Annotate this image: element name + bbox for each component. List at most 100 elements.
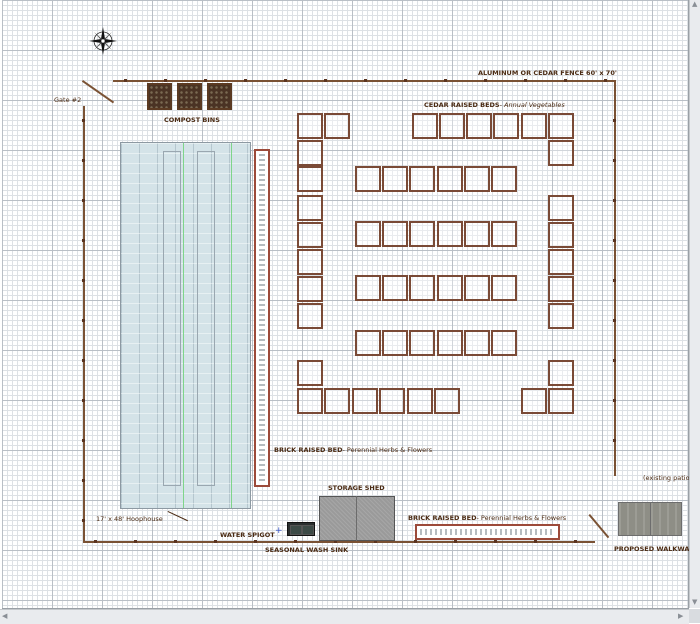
fence-post <box>82 159 85 162</box>
fence-post <box>613 359 616 362</box>
fence-post <box>244 79 247 82</box>
cedar-raised-bed <box>382 166 408 192</box>
cedar-raised-bed <box>382 275 408 301</box>
brick-raised-bed-side <box>254 149 270 487</box>
proposed-walkway-label: PROPOSED WALKWAY <box>614 545 694 553</box>
cedar-beds-label-italic: - Annual Vegetables <box>499 101 565 109</box>
cedar-raised-bed <box>409 221 435 247</box>
cedar-raised-bed <box>379 388 405 414</box>
cedar-raised-bed <box>491 330 517 356</box>
cedar-raised-bed <box>548 113 574 139</box>
fence-post <box>414 540 417 543</box>
fence-label: ALUMINUM OR CEDAR FENCE 60' x 70' <box>478 69 617 77</box>
storage-shed <box>319 496 395 541</box>
fence-post <box>613 439 616 442</box>
cedar-raised-bed <box>297 113 323 139</box>
storage-shed-label: STORAGE SHED <box>328 484 385 492</box>
cedar-raised-bed <box>548 388 574 414</box>
fence-post <box>82 519 85 522</box>
cedar-raised-bed <box>491 275 517 301</box>
horizontal-scrollbar[interactable]: ◀ ▶ <box>0 609 689 624</box>
vertical-scrollbar[interactable]: ▲ ▼ <box>689 0 700 608</box>
fence-post <box>613 279 616 282</box>
cedar-raised-bed <box>464 221 490 247</box>
compost-bin-1 <box>147 83 172 110</box>
hoophouse-green-line-1 <box>183 143 184 508</box>
fence-bottom <box>83 541 595 543</box>
cedar-beds-label-bold: CEDAR RAISED BEDS <box>424 101 500 109</box>
brick-raised-bed-bottom <box>415 524 560 540</box>
cedar-raised-bed <box>297 222 323 248</box>
cedar-raised-bed <box>409 275 435 301</box>
cedar-raised-bed <box>297 276 323 302</box>
cedar-raised-bed <box>491 166 517 192</box>
compass-rose-icon <box>89 27 117 55</box>
cedar-raised-bed <box>297 360 323 386</box>
cedar-raised-bed <box>464 275 490 301</box>
cedar-raised-bed <box>437 330 463 356</box>
cedar-raised-bed <box>382 221 408 247</box>
cedar-raised-bed <box>409 166 435 192</box>
cedar-raised-bed <box>548 222 574 248</box>
cedar-raised-bed <box>355 275 381 301</box>
cedar-raised-bed <box>548 195 574 221</box>
fence-post <box>164 79 167 82</box>
cedar-raised-bed <box>493 113 519 139</box>
patio-divider <box>650 502 651 536</box>
cedar-raised-bed <box>352 388 378 414</box>
cedar-raised-bed <box>464 166 490 192</box>
cedar-raised-bed <box>521 113 547 139</box>
cedar-raised-bed <box>464 330 490 356</box>
fence-post <box>294 540 297 543</box>
wash-sink-label: SEASONAL WASH SINK <box>265 546 349 554</box>
fence-post <box>324 79 327 82</box>
shed-roof-ridge <box>356 496 357 541</box>
fence-post <box>82 439 85 442</box>
water-spigot-label: WATER SPIGOT <box>220 531 275 539</box>
fence-post <box>454 540 457 543</box>
compost-bin-3 <box>207 83 232 110</box>
cedar-raised-bed <box>412 113 438 139</box>
gate-label: Gate #2 <box>54 96 82 104</box>
cedar-raised-bed <box>437 221 463 247</box>
fence-left <box>83 106 85 542</box>
cedar-raised-bed <box>297 195 323 221</box>
scroll-down-arrow-icon[interactable]: ▼ <box>692 599 697 606</box>
fence-post <box>534 540 537 543</box>
fence-post <box>174 540 177 543</box>
cedar-raised-bed <box>437 166 463 192</box>
brick-bottom-label-bold: BRICK RAISED BED <box>408 514 477 522</box>
fence-post <box>524 79 527 82</box>
scroll-right-arrow-icon[interactable]: ▶ <box>678 613 683 620</box>
cedar-raised-bed <box>548 303 574 329</box>
fence-post <box>613 319 616 322</box>
compost-label: COMPOST BINS <box>164 116 220 124</box>
cedar-beds-label: CEDAR RAISED BEDS- Annual Vegetables <box>424 102 565 109</box>
cedar-raised-bed <box>297 303 323 329</box>
fence-post <box>613 199 616 202</box>
hoophouse-path-left <box>163 151 181 486</box>
fence-post <box>613 399 616 402</box>
fence-post <box>82 239 85 242</box>
fence-post <box>134 540 137 543</box>
fence-post <box>82 399 85 402</box>
cedar-raised-bed <box>439 113 465 139</box>
cedar-raised-bed <box>521 388 547 414</box>
scroll-up-arrow-icon[interactable]: ▲ <box>692 1 697 8</box>
fence-post <box>613 159 616 162</box>
cedar-raised-bed <box>491 221 517 247</box>
cedar-raised-bed <box>324 388 350 414</box>
brick-side-label-bold: BRICK RAISED BED <box>274 446 343 454</box>
brick-bottom-label-rest: - Perennial Herbs & Flowers <box>476 514 567 522</box>
fence-post <box>404 79 407 82</box>
hoophouse <box>120 142 251 509</box>
cedar-raised-bed <box>548 140 574 166</box>
fence-post <box>604 79 607 82</box>
hoophouse-path-right <box>197 151 215 486</box>
scroll-left-arrow-icon[interactable]: ◀ <box>2 613 7 620</box>
fence-post <box>574 540 577 543</box>
fence-post <box>94 540 97 543</box>
cedar-raised-bed <box>297 140 323 166</box>
fence-post <box>204 79 207 82</box>
fence-post <box>82 279 85 282</box>
